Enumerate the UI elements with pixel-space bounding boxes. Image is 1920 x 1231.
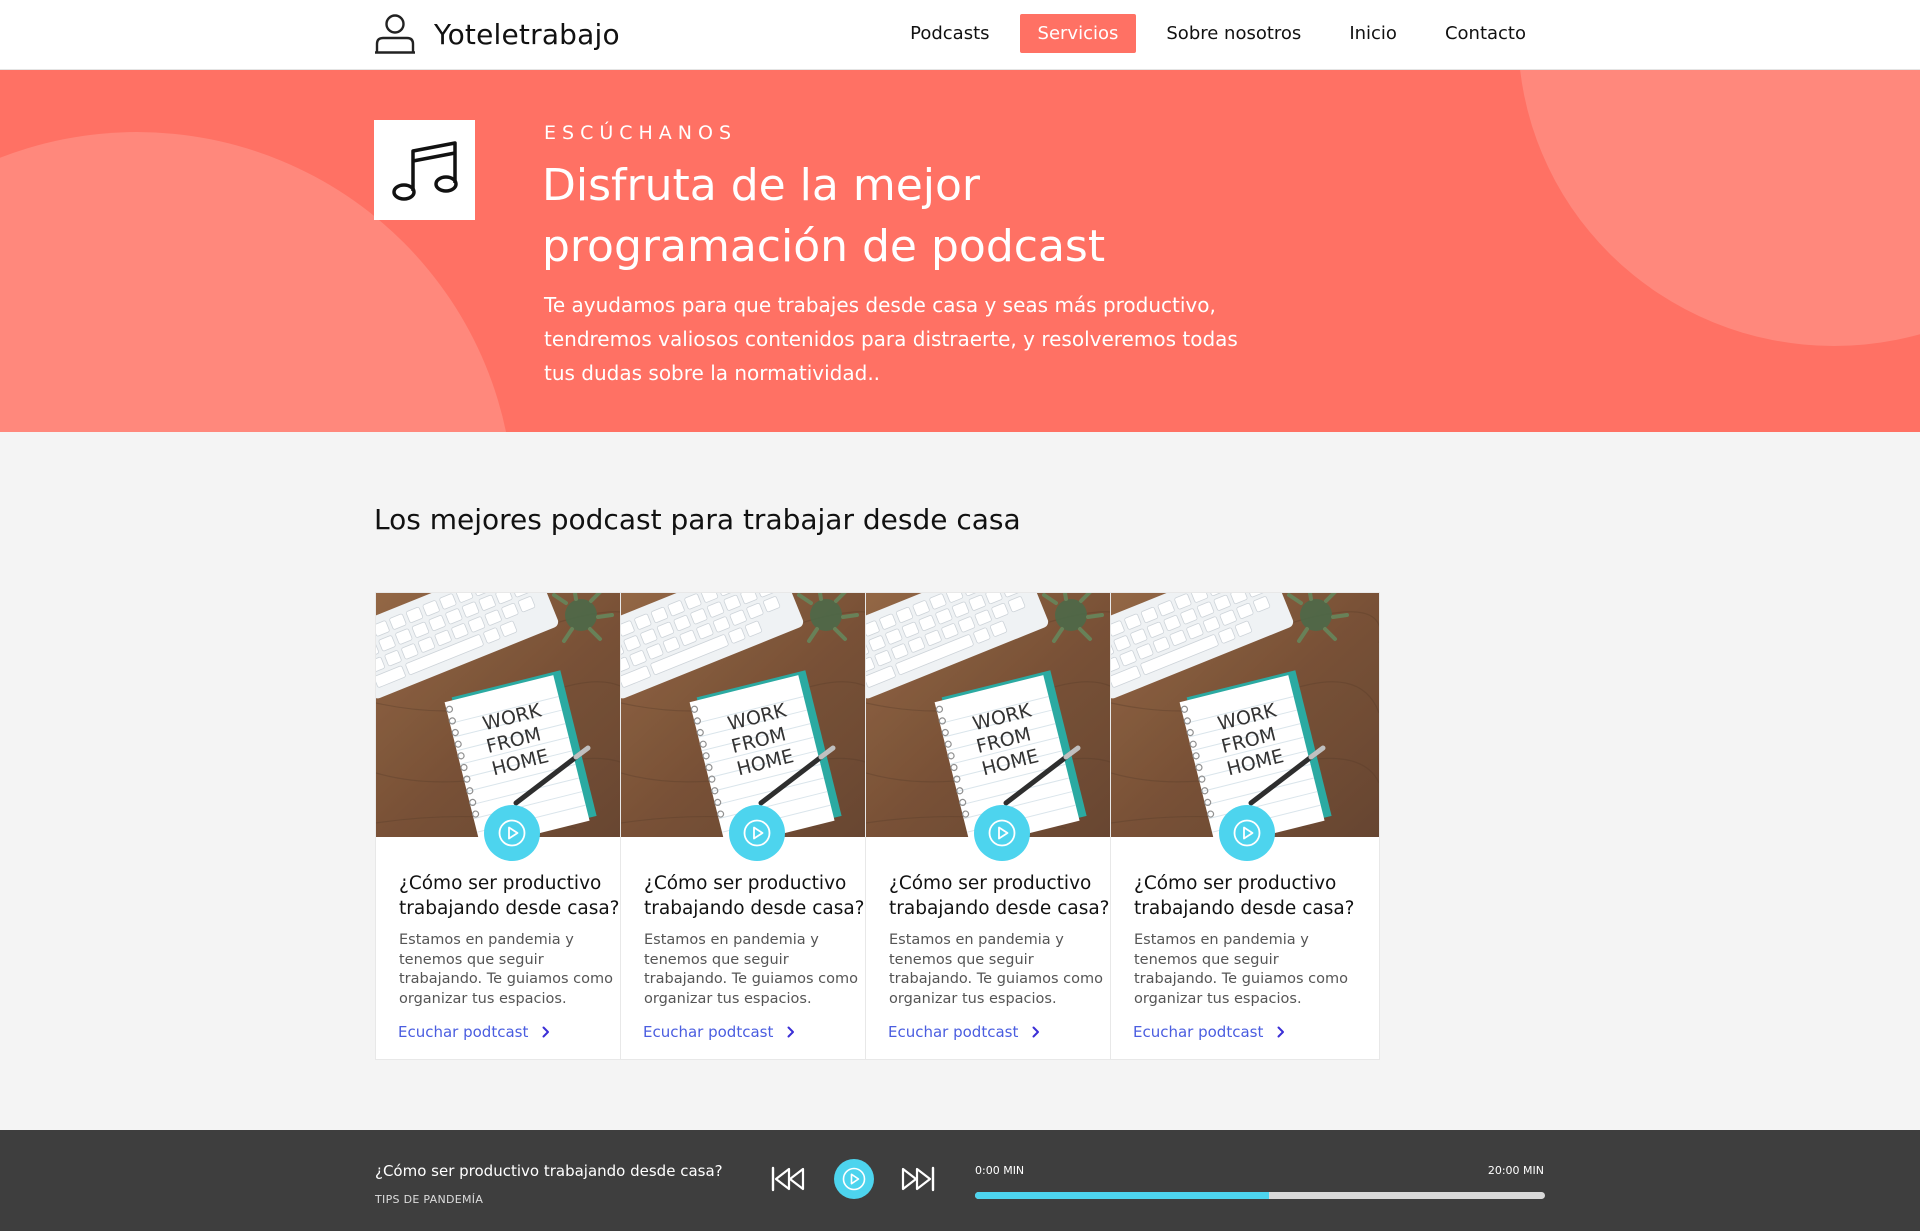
progress-bar-fill bbox=[975, 1192, 1269, 1199]
hero-banner: ESCÚCHANOS Disfruta de la mejor programa… bbox=[0, 70, 1920, 432]
chevron-right-icon bbox=[787, 1026, 795, 1038]
podcast-thumbnail: WORK FROM HOME bbox=[866, 593, 1134, 837]
listen-podcast-link[interactable]: Ecuchar podtcast bbox=[398, 1023, 550, 1041]
listen-podcast-link-label: Ecuchar podtcast bbox=[1133, 1023, 1264, 1041]
user-icon bbox=[375, 14, 415, 54]
listen-podcast-link[interactable]: Ecuchar podtcast bbox=[888, 1023, 1040, 1041]
site-header: Yoteletrabajo Podcasts Servicios Sobre n… bbox=[0, 0, 1920, 70]
podcast-thumbnail: WORK FROM HOME bbox=[1111, 593, 1379, 837]
podcast-card: WORK FROM HOME ¿Cómo ser productivo trab… bbox=[375, 592, 645, 1060]
play-icon bbox=[498, 819, 526, 847]
play-pause-button[interactable] bbox=[834, 1159, 874, 1199]
hero-icon-box bbox=[374, 120, 475, 220]
skip-forward-icon bbox=[901, 1166, 935, 1192]
play-button[interactable] bbox=[1219, 805, 1275, 861]
card-title: ¿Cómo ser productivo trabajando desde ca… bbox=[889, 873, 1110, 919]
play-button[interactable] bbox=[484, 805, 540, 861]
music-note-icon bbox=[391, 141, 458, 201]
card-title: ¿Cómo ser productivo trabajando desde ca… bbox=[1134, 873, 1355, 919]
hero-decor-circle bbox=[1518, 70, 1920, 346]
time-total: 20:00 MIN bbox=[1487, 1164, 1544, 1177]
play-button[interactable] bbox=[974, 805, 1030, 861]
listen-podcast-link[interactable]: Ecuchar podtcast bbox=[643, 1023, 795, 1041]
work-from-home-image: WORK FROM HOME bbox=[1111, 593, 1379, 837]
nav-item-inicio[interactable]: Inicio bbox=[1331, 14, 1415, 53]
brand-name: Yoteletrabajo bbox=[434, 17, 620, 51]
section-title: Los mejores podcast para trabajar desde … bbox=[374, 503, 1021, 536]
chevron-right-icon bbox=[1277, 1026, 1285, 1038]
now-playing-title: ¿Cómo ser productivo trabajando desde ca… bbox=[375, 1162, 723, 1180]
card-description: Estamos en pandemia y tenemos que seguir… bbox=[1134, 932, 1348, 1007]
nav-item-podcasts[interactable]: Podcasts bbox=[892, 14, 1007, 53]
chevron-right-icon bbox=[1032, 1026, 1040, 1038]
listen-podcast-link[interactable]: Ecuchar podtcast bbox=[1133, 1023, 1285, 1041]
card-description: Estamos en pandemia y tenemos que seguir… bbox=[889, 932, 1103, 1007]
play-icon bbox=[743, 819, 771, 847]
play-icon bbox=[842, 1167, 866, 1191]
hero-description: Te ayudamos para que trabajes desde casa… bbox=[544, 293, 1238, 385]
skip-back-icon bbox=[771, 1166, 805, 1192]
card-title: ¿Cómo ser productivo trabajando desde ca… bbox=[399, 873, 620, 919]
podcast-card-list: WORK FROM HOME ¿Cómo ser productivo trab… bbox=[375, 592, 1545, 1060]
hero-eyebrow: ESCÚCHANOS bbox=[544, 122, 738, 144]
card-description: Estamos en pandemia y tenemos que seguir… bbox=[399, 932, 613, 1007]
nav-item-servicios[interactable]: Servicios bbox=[1019, 14, 1137, 53]
nav-item-sobre-nosotros[interactable]: Sobre nosotros bbox=[1148, 14, 1319, 53]
podcast-card: WORK FROM HOME ¿Cómo ser productivo trab… bbox=[1110, 592, 1380, 1060]
audio-player-bar: ¿Cómo ser productivo trabajando desde ca… bbox=[0, 1130, 1920, 1231]
brand[interactable]: Yoteletrabajo bbox=[374, 14, 620, 54]
podcast-thumbnail: WORK FROM HOME bbox=[621, 593, 889, 837]
hero-title: Disfruta de la mejor programación de pod… bbox=[542, 160, 1106, 272]
progress-bar[interactable] bbox=[975, 1192, 1545, 1199]
card-description: Estamos en pandemia y tenemos que seguir… bbox=[644, 932, 858, 1007]
time-elapsed: 0:00 MIN bbox=[975, 1164, 1025, 1177]
listen-podcast-link-label: Ecuchar podtcast bbox=[643, 1023, 774, 1041]
work-from-home-image: WORK FROM HOME bbox=[866, 593, 1134, 837]
card-title: ¿Cómo ser productivo trabajando desde ca… bbox=[644, 873, 865, 919]
main-nav: Podcasts Servicios Sobre nosotros Inicio… bbox=[880, 14, 1544, 53]
listen-podcast-link-label: Ecuchar podtcast bbox=[398, 1023, 529, 1041]
play-icon bbox=[1233, 819, 1261, 847]
work-from-home-image: WORK FROM HOME bbox=[376, 593, 644, 837]
play-icon bbox=[988, 819, 1016, 847]
nav-item-contacto[interactable]: Contacto bbox=[1427, 14, 1544, 53]
work-from-home-image: WORK FROM HOME bbox=[621, 593, 889, 837]
listen-podcast-link-label: Ecuchar podtcast bbox=[888, 1023, 1019, 1041]
now-playing-category: TIPS DE PANDEMÍA bbox=[375, 1193, 484, 1206]
play-button[interactable] bbox=[729, 805, 785, 861]
next-track-button[interactable] bbox=[900, 1164, 936, 1198]
chevron-right-icon bbox=[542, 1026, 550, 1038]
podcast-card: WORK FROM HOME ¿Cómo ser productivo trab… bbox=[620, 592, 890, 1060]
podcast-thumbnail: WORK FROM HOME bbox=[376, 593, 644, 837]
previous-track-button[interactable] bbox=[770, 1164, 806, 1198]
podcast-card: WORK FROM HOME ¿Cómo ser productivo trab… bbox=[865, 592, 1135, 1060]
